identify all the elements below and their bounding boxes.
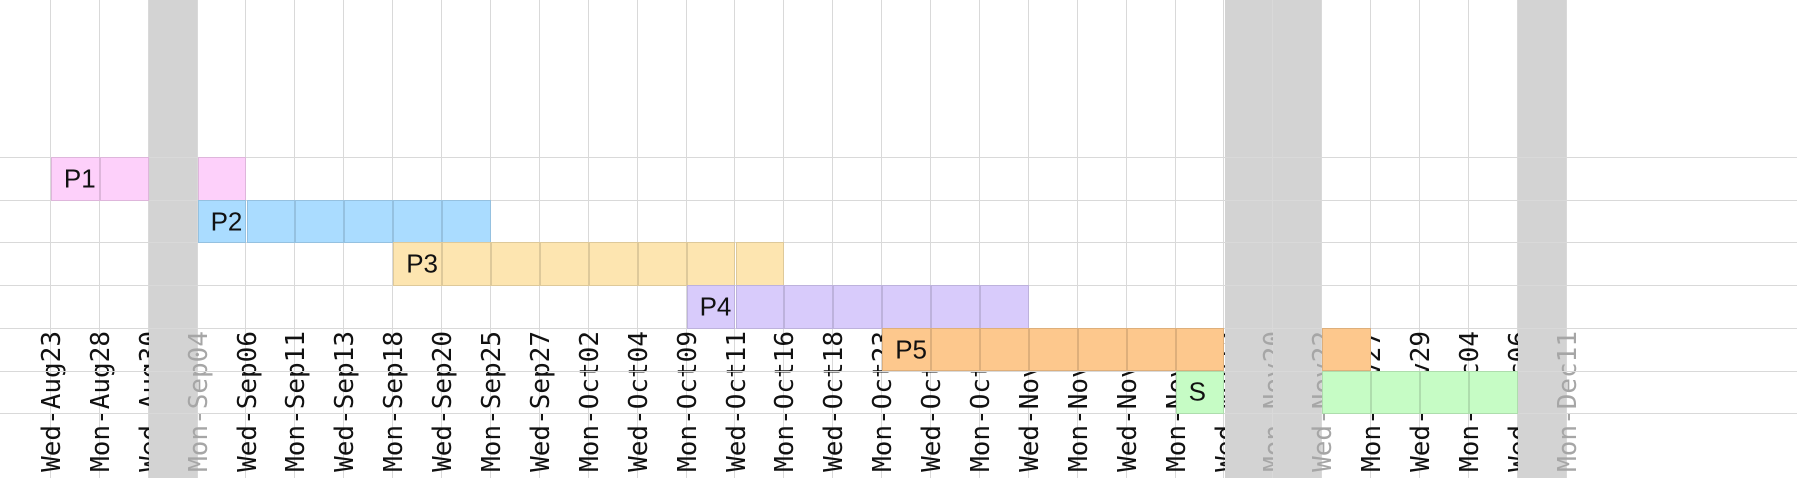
date-column: Mon-Sep04	[148, 0, 214, 478]
date-column: Mon-Dec11	[1517, 0, 1583, 478]
phase-cell[interactable]	[735, 285, 785, 329]
phase-cell[interactable]	[588, 242, 638, 287]
phase-cell[interactable]	[246, 199, 296, 244]
phase-cell[interactable]	[539, 242, 589, 287]
phase-cell[interactable]	[393, 199, 443, 244]
phase-cell[interactable]	[1322, 370, 1372, 415]
date-column: Wed-Aug23	[2, 0, 67, 478]
phase-cell[interactable]	[1469, 370, 1518, 415]
date-column: Mon-Oct16	[736, 0, 800, 478]
phase-label: P3	[406, 248, 438, 279]
row-divider	[0, 157, 1797, 158]
phase-cell[interactable]: P5	[882, 327, 932, 372]
date-column: Mon-Oct30	[931, 0, 996, 478]
phase-label: P4	[699, 291, 732, 322]
phase-cell[interactable]	[1175, 327, 1225, 372]
phase-cell[interactable]	[735, 242, 785, 287]
date-column: Mon-Oct02	[540, 0, 605, 478]
date-column: Wed-Oct04	[589, 0, 654, 478]
phase-cell[interactable]	[882, 285, 932, 329]
phase-cell[interactable]	[99, 157, 149, 201]
phase-cell[interactable]: S	[1175, 370, 1225, 415]
phase-label: P1	[63, 163, 96, 194]
date-column: Wed-Oct25	[882, 0, 947, 478]
row-divider	[0, 413, 1797, 415]
date-column: Mon-Nov20	[1224, 0, 1289, 478]
date-header-label[interactable]: Mon-Dec11	[1553, 331, 1583, 472]
phase-cell[interactable]	[1420, 370, 1469, 415]
phase-cell[interactable]	[931, 327, 980, 372]
phase-cell[interactable]	[980, 327, 1029, 372]
phase-label: P5	[895, 334, 927, 365]
date-column: Wed-Sep27	[491, 0, 556, 478]
phase-cell[interactable]	[1322, 327, 1372, 372]
date-column: Wed-Oct11	[687, 0, 752, 478]
phase-cell[interactable]	[1077, 327, 1127, 372]
phase-cell[interactable]	[784, 285, 834, 329]
phase-cell[interactable]: P2	[197, 199, 247, 244]
phase-cell[interactable]	[1028, 327, 1078, 372]
date-column: Mon-Nov13	[1127, 0, 1192, 478]
phase-cell[interactable]: P4	[686, 285, 736, 329]
phase-cell[interactable]	[197, 157, 247, 201]
date-column: Wed-Nov22	[1273, 0, 1338, 478]
phase-cell[interactable]	[1371, 370, 1421, 415]
phase-cell[interactable]	[833, 285, 883, 329]
date-column: Wed-Oct18	[784, 0, 849, 478]
date-column: Wed-Aug30	[100, 0, 165, 478]
phase-cell[interactable]	[931, 285, 980, 329]
date-column: Mon-Nov06	[1029, 0, 1094, 478]
phase-cell[interactable]	[686, 242, 736, 287]
phase-cell[interactable]	[442, 199, 491, 244]
phase-cell[interactable]	[442, 242, 491, 287]
phase-cell[interactable]: P1	[50, 157, 100, 201]
phase-label: P2	[210, 206, 243, 237]
date-column: Mon-Oct23	[833, 0, 898, 478]
phase-cell[interactable]	[1126, 327, 1176, 372]
date-column: Wed-Nov01	[980, 0, 1045, 478]
phase-cell[interactable]	[980, 285, 1029, 329]
phase-cell[interactable]	[491, 242, 540, 287]
phase-label: S	[1188, 376, 1206, 407]
phase-cell[interactable]: P3	[393, 242, 443, 287]
date-column: Mon-Oct09	[638, 0, 703, 478]
date-column: Wed-Nov08	[1078, 0, 1143, 478]
phase-cell[interactable]	[344, 199, 394, 244]
phase-cell[interactable]	[295, 199, 345, 244]
phase-cell[interactable]	[637, 242, 687, 287]
date-column: Mon-Aug28	[51, 0, 116, 478]
gantt-sheet: Wed-Aug23Mon-Aug28Wed-Aug30Mon-Sep04 Wed-…	[0, 0, 1797, 478]
